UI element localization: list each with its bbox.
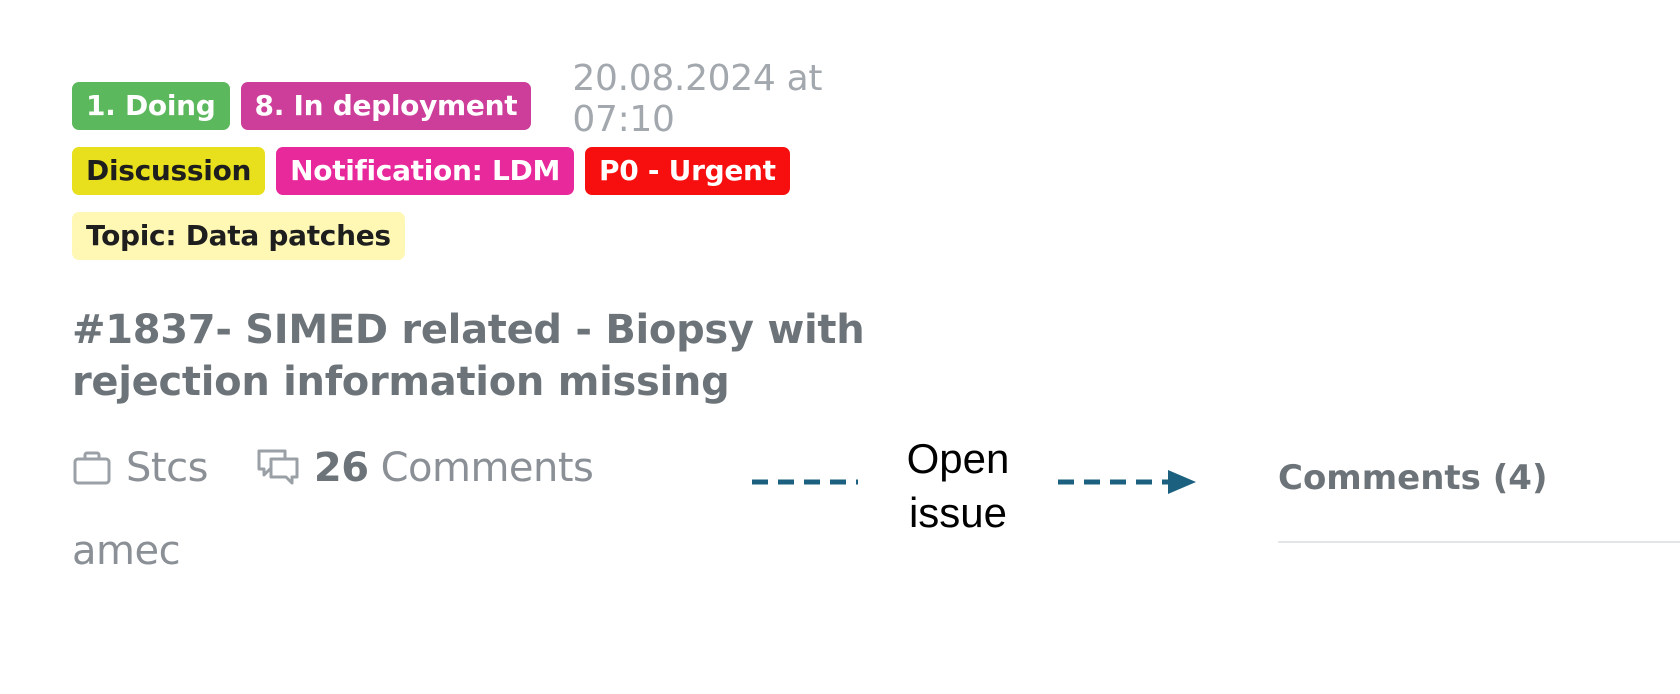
label-row-status: 1. Doing 8. In deployment 20.08.2024 at … (72, 58, 932, 140)
dashed-connector-line (752, 479, 858, 485)
tab-comments[interactable]: Comments (4) (1278, 458, 1680, 498)
project-link[interactable]: Stcs (72, 445, 208, 491)
project-label: Stcs (126, 445, 208, 491)
issue-card[interactable]: 1. Doing 8. In deployment 20.08.2024 at … (72, 58, 932, 574)
label-topic-data-patches[interactable]: Topic: Data patches (72, 212, 405, 260)
label-discussion[interactable]: Discussion (72, 147, 266, 195)
issue-assignee[interactable]: amec (72, 528, 932, 574)
label-row-tags: Discussion Notification: LDM P0 - Urgent (72, 145, 932, 197)
comments-icon (257, 449, 299, 485)
comments-count: 26 (313, 445, 369, 491)
annotation-line-1: Open (906, 435, 1010, 482)
open-issue-annotation: Open issue (880, 432, 1036, 540)
dashed-arrow-right (1058, 470, 1196, 494)
issue-meta: Stcs 26 Comments (72, 438, 932, 498)
label-in-deployment[interactable]: 8. In deployment (240, 82, 532, 130)
arrowhead-icon (1168, 470, 1196, 494)
issue-timestamp: 20.08.2024 at 07:10 (572, 58, 823, 140)
label-row-topic: Topic: Data patches (72, 210, 932, 262)
briefcase-icon (73, 451, 111, 485)
tab-divider (1278, 541, 1680, 543)
issue-title[interactable]: #1837- SIMED related - Biopsy with rejec… (72, 304, 892, 408)
label-notification-ldm[interactable]: Notification: LDM (276, 147, 575, 195)
annotation-line-2: issue (908, 489, 1008, 536)
label-doing[interactable]: 1. Doing (72, 82, 230, 130)
comments-link[interactable]: 26 Comments (256, 445, 594, 491)
label-p0-urgent[interactable]: P0 - Urgent (585, 147, 790, 195)
comments-label: Comments (380, 445, 594, 491)
